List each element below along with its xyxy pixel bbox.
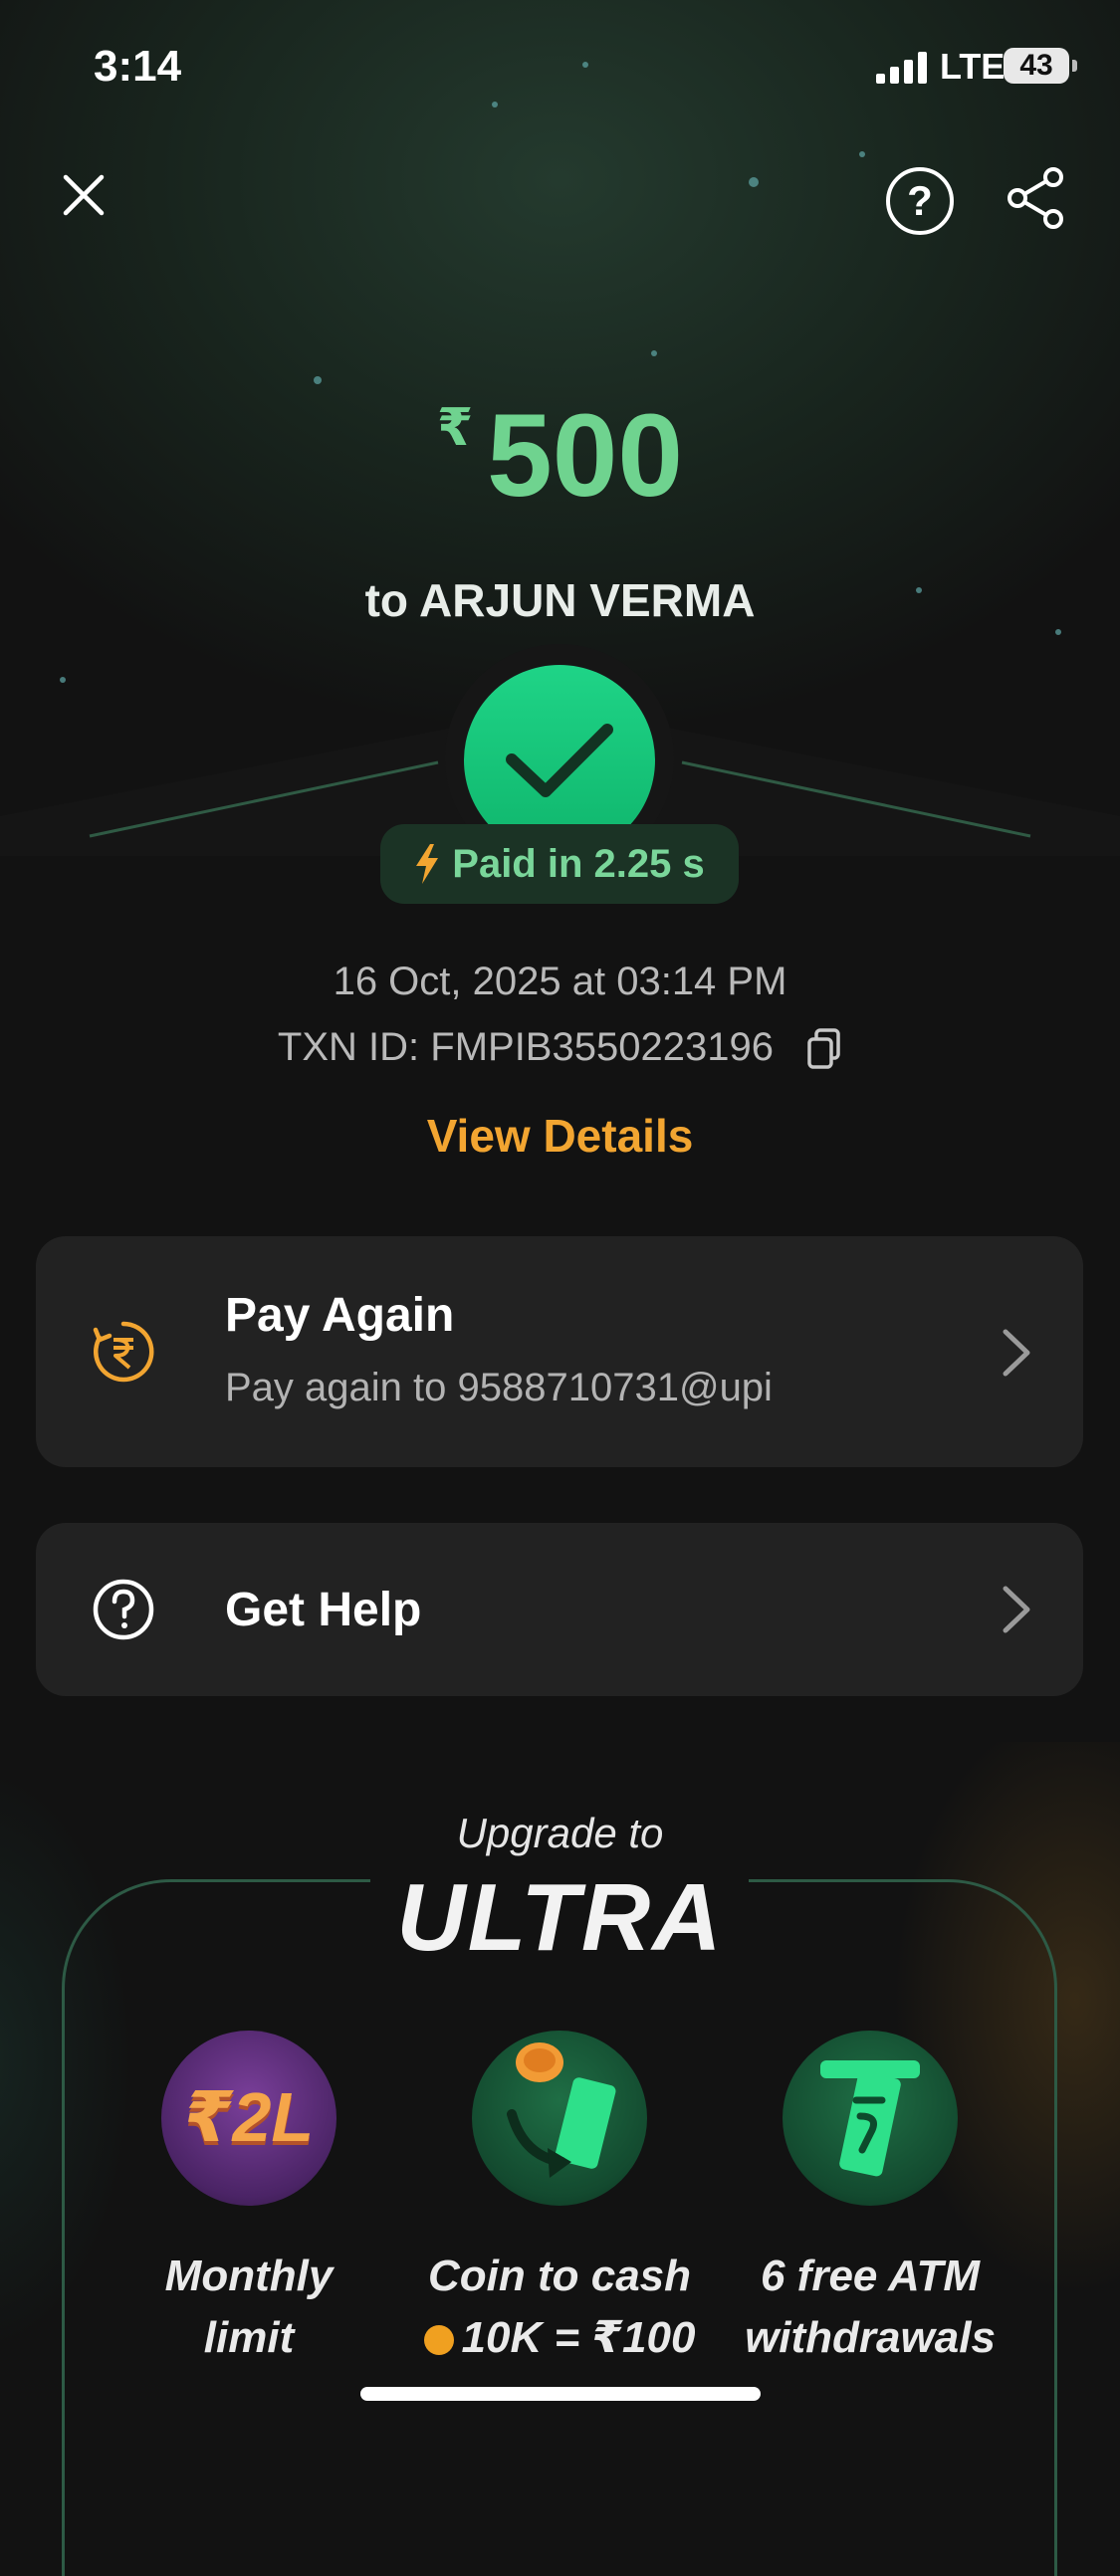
txn-id: TXN ID: FMPIB3550223196	[277, 1025, 774, 1069]
coin-cash-badge	[472, 2031, 647, 2206]
get-help-card[interactable]: Get Help	[36, 1523, 1083, 1696]
benefit-line: 6 free ATM	[760, 2252, 981, 2300]
share-icon	[1008, 167, 1063, 229]
status-time: 3:14	[94, 42, 182, 91]
share-button[interactable]	[1006, 167, 1067, 229]
atm-cash-icon	[820, 2060, 920, 2177]
atm-badge	[783, 2031, 958, 2206]
monthly-limit-badge: ₹2L	[161, 2031, 336, 2206]
battery-indicator: 43	[1004, 48, 1077, 84]
home-indicator[interactable]	[360, 2387, 761, 2401]
star-decoration	[1055, 629, 1061, 635]
status-bar: 3:14 LTE 43	[0, 38, 1120, 98]
help-icon: ?	[907, 177, 933, 224]
pay-again-card[interactable]: Pay Again Pay again to 9588710731@upi	[36, 1236, 1083, 1467]
star-decoration	[859, 151, 865, 157]
currency-symbol: ₹	[436, 399, 474, 457]
benefit-line: 10K = ₹100	[461, 2313, 696, 2362]
lightning-icon	[416, 844, 439, 884]
star-decoration	[60, 677, 66, 683]
benefit-line-coin: 10K = ₹100	[410, 2307, 709, 2369]
paid-speed-text: Paid in 2.25 s	[452, 841, 705, 886]
help-icon	[93, 1579, 154, 1640]
payment-amount: ₹500	[0, 388, 1120, 524]
txn-id-row: TXN ID: FMPIB3550223196	[0, 1025, 1120, 1070]
benefit-line: withdrawals	[745, 2313, 996, 2362]
chevron-right-icon	[1003, 1586, 1030, 1633]
star-decoration	[651, 350, 657, 356]
rupee-refresh-icon	[93, 1321, 154, 1383]
chevron-right-icon	[1003, 1329, 1030, 1377]
benefit-coin-to-cash[interactable]: Coin to cash 10K = ₹100	[410, 2031, 709, 2369]
recipient-line: to ARJUN VERMA	[364, 574, 756, 626]
ultra-brand[interactable]: ULTRA	[0, 1863, 1120, 1973]
amount-value: 500	[487, 390, 684, 522]
benefit-monthly-limit[interactable]: ₹2L Monthly limit	[100, 2031, 398, 2369]
signal-icon	[876, 52, 927, 84]
copy-icon[interactable]	[806, 1028, 842, 1070]
star-decoration	[314, 376, 322, 384]
benefit-line: Coin to cash	[427, 2252, 692, 2300]
benefit-label: 6 free ATM withdrawals	[721, 2246, 1019, 2369]
benefit-label: Monthly limit	[100, 2246, 398, 2369]
payment-datetime: 16 Oct, 2025 at 03:14 PM	[333, 960, 787, 1003]
benefit-line: limit	[203, 2313, 295, 2362]
benefit-line: Monthly	[164, 2252, 334, 2300]
view-details-link[interactable]: View Details	[0, 1109, 1120, 1163]
pay-again-subtitle: Pay again to 9588710731@upi	[225, 1366, 773, 1409]
close-icon	[63, 174, 105, 216]
help-button[interactable]: ?	[886, 167, 954, 235]
paid-speed-badge: Paid in 2.25 s	[380, 824, 739, 904]
close-button[interactable]	[56, 167, 112, 223]
star-decoration	[492, 102, 498, 107]
pay-again-title: Pay Again	[225, 1289, 455, 1342]
star-decoration	[749, 177, 759, 187]
get-help-title: Get Help	[225, 1584, 422, 1636]
benefit-label: Coin to cash 10K = ₹100	[410, 2246, 709, 2369]
checkmark-icon	[506, 724, 613, 797]
limit-badge-text: ₹2L	[183, 2078, 315, 2156]
network-type: LTE	[940, 46, 1006, 87]
benefit-atm-withdrawals[interactable]: 6 free ATM withdrawals	[721, 2031, 1019, 2369]
upgrade-prefix: Upgrade to	[456, 1810, 664, 1856]
coin-icon	[423, 2325, 454, 2356]
coin-cash-icon	[507, 2042, 616, 2178]
